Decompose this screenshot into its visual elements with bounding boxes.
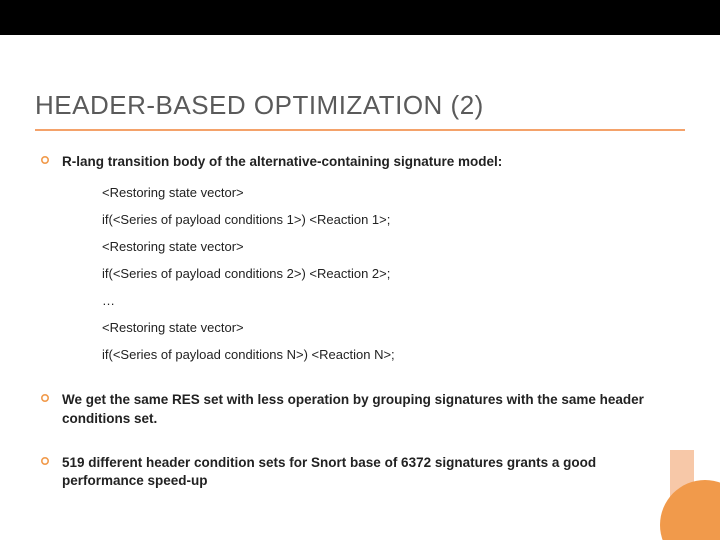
slide: HEADER-BASED OPTIMIZATION (2) R-lang tra… [0, 35, 720, 540]
code-line: <Restoring state vector> [102, 320, 680, 337]
bullet-1: R-lang transition body of the alternativ… [40, 153, 680, 171]
bullet-3-text: 519 different header condition sets for … [62, 455, 596, 488]
code-line: if(<Series of payload conditions 2>) <Re… [102, 266, 680, 283]
code-line: if(<Series of payload conditions 1>) <Re… [102, 212, 680, 229]
code-line: if(<Series of payload conditions N>) <Re… [102, 347, 680, 364]
corner-decoration [674, 465, 720, 540]
bullet-2-text: We get the same RES set with less operat… [62, 392, 644, 425]
page-title: HEADER-BASED OPTIMIZATION (2) [35, 90, 484, 121]
bullet-3: 519 different header condition sets for … [40, 454, 680, 490]
bullet-2: We get the same RES set with less operat… [40, 391, 680, 427]
content-area: R-lang transition body of the alternativ… [40, 153, 680, 504]
title-underline [35, 129, 685, 131]
code-block: <Restoring state vector> if(<Series of p… [102, 185, 680, 363]
code-line: <Restoring state vector> [102, 185, 680, 202]
code-line: <Restoring state vector> [102, 239, 680, 256]
ring-icon [40, 155, 50, 165]
ring-icon [40, 456, 50, 466]
bullet-1-text: R-lang transition body of the alternativ… [62, 154, 502, 169]
ring-icon [40, 393, 50, 403]
code-line: … [102, 293, 680, 310]
